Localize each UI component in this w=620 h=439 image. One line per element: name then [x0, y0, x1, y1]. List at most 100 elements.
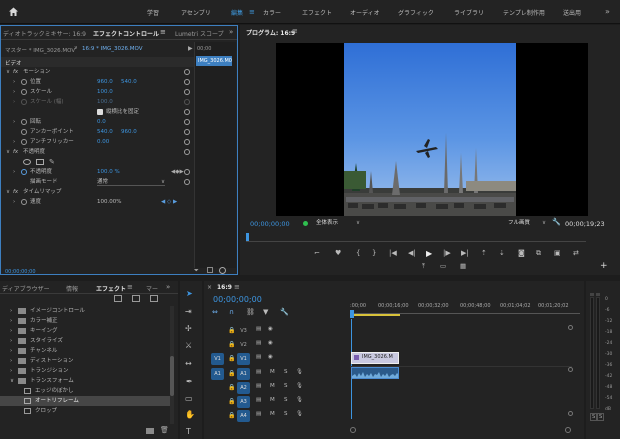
lift-icon[interactable]: ⇡ — [481, 249, 487, 257]
proxy-icon[interactable]: ⇄ — [573, 249, 579, 257]
track-target-v1[interactable]: V1 — [237, 353, 250, 365]
lock-icon[interactable]: 🔒 — [228, 355, 235, 362]
lock-icon[interactable]: 🔒 — [228, 412, 235, 419]
mute-button[interactable]: M — [270, 383, 275, 389]
sync-lock-icon[interactable]: ▤ — [256, 354, 261, 360]
sync-lock-icon[interactable]: ▤ — [256, 340, 261, 346]
track-target-a3[interactable]: A3 — [237, 396, 250, 408]
opacity-value[interactable]: 100.0 % — [97, 167, 120, 177]
lock-icon[interactable]: 🔒 — [228, 341, 235, 348]
track-target-a1[interactable]: A1 — [237, 368, 250, 380]
workspace-effects[interactable]: エフェクト — [302, 8, 332, 17]
workspace-color[interactable]: カラー — [263, 8, 281, 17]
speed-value[interactable]: 100.00% — [97, 197, 121, 207]
lock-icon[interactable]: 🔒 — [228, 370, 235, 377]
marker-icon[interactable]: ♥ — [335, 249, 341, 257]
workspace-export[interactable]: 送出用 — [563, 8, 581, 17]
sync-lock-icon[interactable]: ▤ — [256, 411, 261, 417]
go-to-in-icon[interactable]: |◀ — [389, 249, 397, 257]
mini-clip[interactable]: IMG_3026.M0 — [196, 56, 232, 66]
tab-effect-controls[interactable]: エフェクトコントロール — [93, 29, 159, 38]
rectangle-tool-icon[interactable]: ▭ — [185, 394, 193, 403]
chevron-down-icon[interactable]: ∨ — [6, 67, 10, 77]
zoom-handle-icon[interactable] — [219, 267, 226, 274]
anchor-y-value[interactable]: 960.0 — [121, 127, 137, 137]
chevron-right-icon[interactable]: › — [13, 117, 15, 127]
program-timecode[interactable]: 00;00;00;00 — [250, 220, 290, 228]
hand-tool-icon[interactable]: ✋ — [185, 410, 195, 419]
more-tabs-icon[interactable]: » — [166, 283, 170, 291]
checkbox-uniform-scale[interactable] — [97, 109, 103, 115]
effect-controls-timecode[interactable]: 00;00;00;00 — [5, 269, 36, 275]
mark-in-icon[interactable]: ⌐ — [314, 249, 320, 257]
mic-icon[interactable]: 🎙 — [296, 369, 303, 375]
lock-icon[interactable]: 🔒 — [228, 384, 235, 391]
tab-info[interactable]: 情報 — [66, 284, 78, 293]
panel-menu-icon[interactable]: ≡ — [127, 283, 133, 291]
reset-icon[interactable] — [184, 89, 190, 95]
list-item[interactable]: › カラー補正 — [0, 316, 170, 326]
mic-icon[interactable]: 🎙 — [296, 397, 303, 403]
horizontal-scrollbar[interactable] — [350, 427, 572, 433]
mute-button[interactable]: M — [270, 369, 275, 375]
position-x-value[interactable]: 960.0 — [97, 77, 113, 87]
razor-tool-icon[interactable]: ⚔ — [185, 341, 192, 350]
track-target-a2[interactable]: A2 — [237, 382, 250, 394]
keyframe-nav-icon[interactable]: ◀ ◇ ▶ — [161, 197, 177, 207]
nest-icon[interactable]: ⇔ — [212, 308, 218, 316]
reset-icon[interactable] — [184, 149, 190, 155]
reset-icon[interactable] — [184, 129, 190, 135]
snap-icon[interactable]: ∩ — [229, 308, 234, 316]
reset-icon[interactable] — [184, 179, 190, 185]
chevron-down-icon[interactable]: ∨ — [6, 147, 10, 157]
reset-icon[interactable] — [184, 69, 190, 75]
solo-button[interactable]: S — [284, 397, 288, 403]
close-icon[interactable]: × — [207, 284, 212, 291]
chevron-right-icon[interactable]: › — [13, 137, 15, 147]
list-item[interactable]: › スタイライズ — [0, 336, 170, 346]
workspace-assembly[interactable]: アセンブリ — [181, 8, 211, 17]
reset-icon[interactable] — [184, 79, 190, 85]
sync-lock-icon[interactable]: ▤ — [256, 397, 261, 403]
export-icon[interactable] — [207, 267, 213, 273]
stopwatch-icon[interactable] — [21, 119, 27, 125]
wrench-icon[interactable]: 🔧 — [552, 218, 561, 226]
workspace-menu-icon[interactable]: ≡ — [249, 8, 255, 16]
lock-icon[interactable]: 🔒 — [228, 398, 235, 405]
scrollbar[interactable] — [170, 306, 174, 424]
rotation-value[interactable]: 0.0 — [97, 117, 106, 127]
anti-flicker-value[interactable]: 0.00 — [97, 137, 109, 147]
audio-clip[interactable] — [351, 367, 399, 379]
selection-tool-icon[interactable]: ➤ — [186, 289, 193, 298]
go-to-out-icon[interactable]: ▶| — [461, 249, 469, 257]
list-item[interactable]: オートリフレーム — [0, 396, 170, 406]
insert-icon[interactable]: ⤒ — [422, 262, 425, 271]
list-item[interactable]: › ディストーション — [0, 356, 170, 366]
ripple-edit-tool-icon[interactable]: ✢ — [185, 324, 192, 333]
pen-mask-icon[interactable]: ✎ — [49, 157, 55, 167]
source-patch-v1[interactable]: V1 — [211, 353, 224, 365]
export-frame-icon[interactable]: ▦ — [460, 262, 466, 270]
timeline-scrollbar[interactable] — [568, 323, 573, 421]
mute-button[interactable]: M — [270, 397, 275, 403]
sync-lock-icon[interactable]: ▤ — [256, 383, 261, 389]
workspace-audio[interactable]: オーディオ — [350, 8, 380, 17]
anchor-x-value[interactable]: 540.0 — [97, 127, 113, 137]
chevron-right-icon[interactable]: › — [13, 77, 15, 87]
workspace-edit[interactable]: 編集 — [231, 8, 243, 17]
reset-icon[interactable] — [184, 139, 190, 145]
trash-icon[interactable]: 🗑 — [160, 426, 169, 434]
pen-tool-icon[interactable]: ✒ — [186, 377, 193, 386]
chevron-down-icon[interactable]: ∨ — [6, 187, 10, 197]
linked-selection-icon[interactable]: ⛓ — [246, 308, 255, 316]
stopwatch-icon[interactable] — [21, 199, 27, 205]
panel-menu-icon[interactable]: ≡ — [160, 28, 166, 36]
chevron-right-icon[interactable]: › — [13, 197, 15, 207]
eye-icon[interactable]: ◉ — [268, 326, 273, 332]
list-item[interactable]: › トランジション — [0, 366, 170, 376]
master-clip-label[interactable]: マスター * IMG_3026.MOV — [5, 46, 75, 54]
workspace-template[interactable]: テンプレ制作用 — [503, 8, 545, 17]
reset-icon[interactable] — [184, 169, 190, 175]
32bit-filter-icon[interactable] — [132, 295, 140, 302]
expand-icon[interactable]: ▶ — [188, 45, 193, 52]
